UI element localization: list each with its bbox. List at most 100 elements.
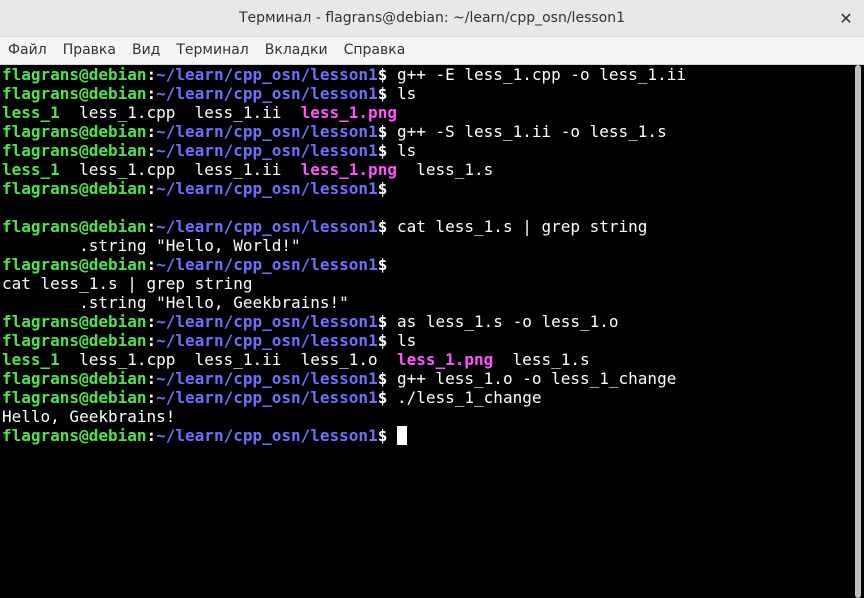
prompt-path: ~/learn/cpp_osn/lesson1 (156, 426, 378, 445)
terminal-line: flagrans@debian:~/learn/cpp_osn/lesson1$… (2, 122, 852, 141)
menu-help[interactable]: Справка (336, 37, 414, 64)
prompt-path: ~/learn/cpp_osn/lesson1 (156, 331, 378, 350)
scrollbar-thumb[interactable] (855, 65, 861, 598)
terminal-line: flagrans@debian:~/learn/cpp_osn/lesson1$ (2, 255, 852, 274)
output-text: less_1.cpp less_1.ii less_1.o (59, 350, 397, 369)
prompt-path: ~/learn/cpp_osn/lesson1 (156, 65, 378, 84)
command-text: ls (387, 141, 417, 160)
prompt-dollar: $ (377, 65, 388, 84)
terminal-line: less_1 less_1.cpp less_1.ii less_1.o les… (2, 350, 852, 369)
prompt-separator: : (146, 141, 157, 160)
prompt-dollar: $ (377, 331, 388, 350)
terminal-line: flagrans@debian:~/learn/cpp_osn/lesson1$… (2, 84, 852, 103)
image-file: less_1.png (300, 160, 397, 179)
prompt-path: ~/learn/cpp_osn/lesson1 (156, 312, 378, 331)
prompt-user: flagrans@debian (2, 426, 147, 445)
menu-tabs[interactable]: Вкладки (257, 37, 336, 64)
menu-terminal[interactable]: Терминал (168, 37, 256, 64)
terminal-line: flagrans@debian:~/learn/cpp_osn/lesson1$… (2, 217, 852, 236)
prompt-path: ~/learn/cpp_osn/lesson1 (156, 369, 378, 388)
prompt-path: ~/learn/cpp_osn/lesson1 (156, 179, 378, 198)
terminal-line: flagrans@debian:~/learn/cpp_osn/lesson1$… (2, 331, 852, 350)
menu-view[interactable]: Вид (124, 37, 168, 64)
prompt-user: flagrans@debian (2, 179, 147, 198)
prompt-separator: : (146, 331, 157, 350)
command-text: g++ less_1.o -o less_1_change (387, 369, 677, 388)
prompt-path: ~/learn/cpp_osn/lesson1 (156, 84, 378, 103)
command-text: ./less_1_change (387, 388, 542, 407)
prompt-user: flagrans@debian (2, 331, 147, 350)
prompt-dollar: $ (377, 122, 388, 141)
terminal-line: .string "Hello, Geekbrains!" (2, 293, 852, 312)
prompt-user: flagrans@debian (2, 255, 147, 274)
command-text: ls (387, 84, 417, 103)
prompt-separator: : (146, 369, 157, 388)
prompt-dollar: $ (377, 369, 388, 388)
command-text (387, 426, 397, 445)
output-text: .string "Hello, Geekbrains!" (2, 293, 349, 312)
prompt-dollar: $ (377, 388, 388, 407)
command-text: as less_1.s -o less_1.o (387, 312, 619, 331)
prompt-dollar: $ (377, 84, 388, 103)
prompt-separator: : (146, 84, 157, 103)
terminal-line: .string "Hello, World!" (2, 236, 852, 255)
command-text: cat less_1.s | grep string (387, 217, 648, 236)
prompt-path: ~/learn/cpp_osn/lesson1 (156, 388, 378, 407)
executable-file: less_1 (2, 103, 60, 122)
prompt-path: ~/learn/cpp_osn/lesson1 (156, 217, 378, 236)
prompt-user: flagrans@debian (2, 65, 147, 84)
prompt-separator: : (146, 65, 157, 84)
terminal-line: less_1 less_1.cpp less_1.ii less_1.png (2, 103, 852, 122)
prompt-dollar: $ (377, 217, 388, 236)
prompt-separator: : (146, 255, 157, 274)
menu-bar: Файл Правка Вид Терминал Вкладки Справка (0, 37, 864, 65)
prompt-separator: : (146, 426, 157, 445)
terminal-window: Терминал - flagrans@debian: ~/learn/cpp_… (0, 0, 864, 598)
output-text: cat less_1.s | grep string (2, 274, 253, 293)
terminal-line: cat less_1.s | grep string (2, 274, 852, 293)
executable-file: less_1 (2, 350, 60, 369)
terminal-line: flagrans@debian:~/learn/cpp_osn/lesson1$… (2, 141, 852, 160)
prompt-path: ~/learn/cpp_osn/lesson1 (156, 141, 378, 160)
output-text: Hello, Geekbrains! (2, 407, 176, 426)
terminal-line: flagrans@debian:~/learn/cpp_osn/lesson1$… (2, 369, 852, 388)
prompt-dollar: $ (377, 255, 388, 274)
terminal-line: flagrans@debian:~/learn/cpp_osn/lesson1$ (2, 426, 852, 445)
prompt-separator: : (146, 312, 157, 331)
terminal-cursor (396, 426, 407, 445)
output-text: .string "Hello, World!" (2, 236, 301, 255)
prompt-separator: : (146, 122, 157, 141)
command-text: ls (387, 331, 417, 350)
terminal-line: flagrans@debian:~/learn/cpp_osn/lesson1$ (2, 179, 852, 198)
prompt-dollar: $ (377, 179, 388, 198)
prompt-path: ~/learn/cpp_osn/lesson1 (156, 255, 378, 274)
close-icon: ✕ (839, 8, 853, 28)
close-button[interactable]: ✕ (836, 8, 856, 28)
terminal-output[interactable]: flagrans@debian:~/learn/cpp_osn/lesson1$… (0, 65, 852, 598)
image-file: less_1.png (300, 103, 397, 122)
prompt-separator: : (146, 217, 157, 236)
command-text: g++ -E less_1.cpp -o less_1.ii (387, 65, 686, 84)
prompt-user: flagrans@debian (2, 122, 147, 141)
menu-file[interactable]: Файл (0, 37, 55, 64)
prompt-user: flagrans@debian (2, 312, 147, 331)
command-text: g++ -S less_1.ii -o less_1.s (387, 122, 667, 141)
menu-edit[interactable]: Правка (55, 37, 124, 64)
terminal-line: Hello, Geekbrains! (2, 407, 852, 426)
prompt-separator: : (146, 179, 157, 198)
scrollbar[interactable] (852, 65, 864, 598)
title-bar[interactable]: Терминал - flagrans@debian: ~/learn/cpp_… (0, 0, 864, 37)
prompt-user: flagrans@debian (2, 217, 147, 236)
output-text: less_1.s (396, 160, 494, 179)
prompt-separator: : (146, 388, 157, 407)
output-text: less_1.cpp less_1.ii (59, 103, 301, 122)
prompt-path: ~/learn/cpp_osn/lesson1 (156, 122, 378, 141)
prompt-dollar: $ (377, 312, 388, 331)
prompt-dollar: $ (377, 141, 388, 160)
output-text: less_1.s (493, 350, 590, 369)
prompt-user: flagrans@debian (2, 141, 147, 160)
prompt-user: flagrans@debian (2, 369, 147, 388)
image-file: less_1.png (396, 350, 494, 369)
prompt-user: flagrans@debian (2, 388, 147, 407)
